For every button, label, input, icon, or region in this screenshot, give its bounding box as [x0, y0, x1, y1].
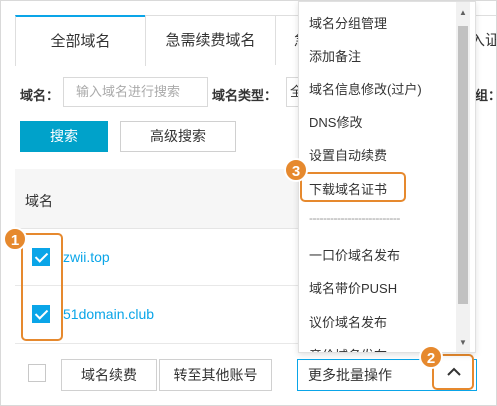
- menu-item-auction[interactable]: 竞价域名发布: [309, 345, 387, 352]
- menu-scrollbar[interactable]: ▲ ▼: [456, 2, 470, 352]
- download-certificate-highlight: [300, 172, 406, 202]
- domain-search-input[interactable]: 输入域名进行搜索: [63, 77, 208, 107]
- callout-badge-3: 3: [284, 158, 308, 182]
- tab-urgent-renewal[interactable]: 急需续费域名: [145, 15, 276, 65]
- renew-button[interactable]: 域名续费: [61, 359, 157, 391]
- select-all-checkbox[interactable]: [28, 364, 46, 382]
- menu-divider: --------------------------: [309, 211, 400, 225]
- domain-type-select[interactable]: 全: [286, 77, 298, 107]
- scrollbar-thumb[interactable]: [458, 26, 468, 304]
- menu-item-auto-renew[interactable]: 设置自动续费: [309, 145, 387, 164]
- domain-type-label: 域名类型：: [212, 88, 278, 103]
- chevron-up-icon: [447, 367, 461, 376]
- menu-item-add-note[interactable]: 添加备注: [309, 46, 361, 65]
- menu-item-fixed-price[interactable]: 一口价域名发布: [309, 245, 400, 264]
- search-button[interactable]: 搜索: [20, 121, 108, 152]
- domain-filter-label: 域名：: [20, 88, 60, 103]
- advanced-search-button[interactable]: 高级搜索: [120, 121, 236, 152]
- menu-item-modify-owner[interactable]: 域名信息修改(过户): [309, 79, 422, 98]
- tab-all-domains[interactable]: 全部域名: [15, 15, 146, 66]
- domain-link[interactable]: zwii.top: [63, 249, 110, 265]
- scroll-down-icon[interactable]: ▼: [459, 338, 467, 348]
- transfer-account-button[interactable]: 转至其他账号: [159, 359, 272, 391]
- menu-item-price-push[interactable]: 域名带价PUSH: [309, 278, 397, 297]
- callout-badge-1: 1: [3, 227, 27, 251]
- menu-item-dns[interactable]: DNS修改: [309, 112, 362, 131]
- menu-item-group-management[interactable]: 域名分组管理: [309, 13, 387, 32]
- callout-badge-2: 2: [419, 345, 443, 369]
- row-divider: [15, 343, 315, 344]
- domain-list-panel: 全部域名 急需续费域名 急 入证 域名： 输入域名进行搜索 域名类型： 全 组：…: [0, 0, 497, 406]
- domain-link[interactable]: 51domain.club: [63, 306, 154, 322]
- scroll-up-icon[interactable]: ▲: [459, 8, 467, 18]
- menu-item-negotiable[interactable]: 议价域名发布: [309, 312, 387, 331]
- table-header: 域名: [15, 169, 315, 229]
- column-header-domain: 域名: [25, 193, 53, 209]
- checkbox-highlight: [21, 233, 63, 341]
- group-label: 组：: [475, 88, 496, 103]
